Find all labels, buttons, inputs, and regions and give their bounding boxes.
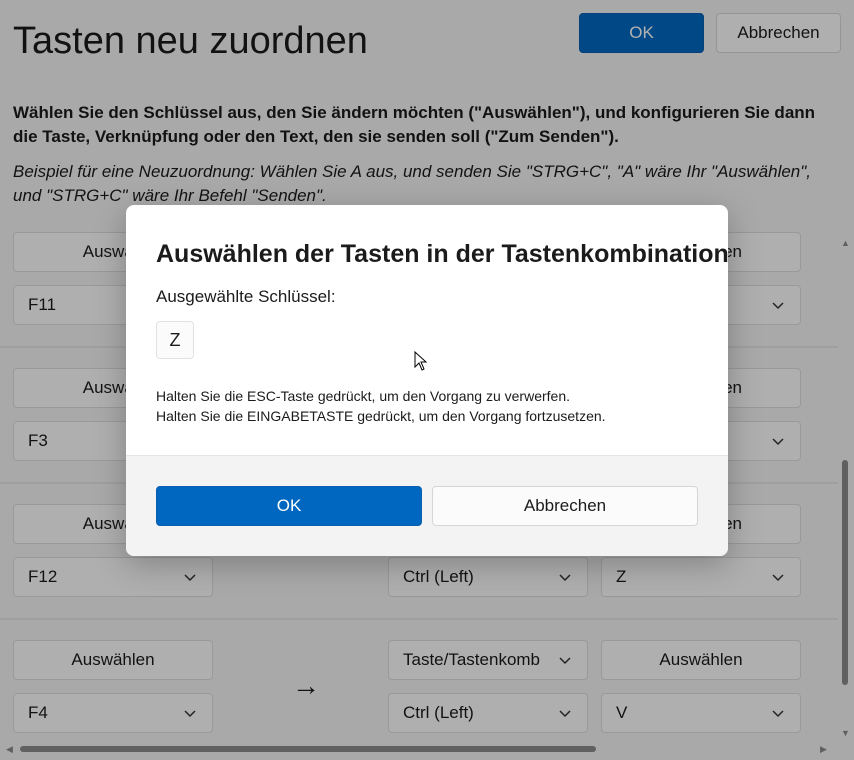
mouse-cursor-icon — [414, 351, 428, 371]
dialog-subtitle: Ausgewählte Schlüssel: — [156, 287, 336, 306]
selected-key-chip: Z — [156, 321, 194, 359]
dialog-cancel-button[interactable]: Abbrechen — [432, 486, 698, 526]
hint-enter-text: Halten Sie die EINGABETASTE gedrückt, um… — [156, 408, 606, 424]
dialog-footer: OK Abbrechen — [126, 455, 728, 556]
hint-esc-text: Halten Sie die ESC-Taste gedrückt, um de… — [156, 388, 570, 404]
shortcut-dialog: Auswählen der Tasten in der Tastenkombin… — [126, 205, 728, 556]
dialog-ok-button[interactable]: OK — [156, 486, 422, 526]
dialog-title: Auswählen der Tasten in der Tastenkombin… — [156, 240, 728, 268]
